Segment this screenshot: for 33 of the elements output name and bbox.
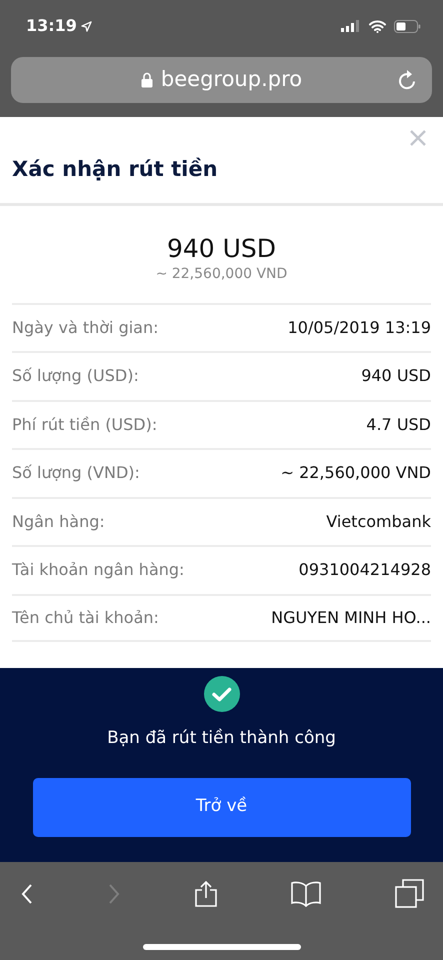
battery-icon <box>394 20 421 32</box>
tabs-icon[interactable] <box>395 879 425 909</box>
back-icon[interactable] <box>20 882 34 906</box>
detail-value: 4.7 USD <box>366 414 431 436</box>
modal-title: Xác nhận rút tiền <box>12 156 218 183</box>
detail-label: Ngày và thời gian: <box>12 316 159 339</box>
detail-label: Ngân hàng: <box>12 510 105 533</box>
success-message: Bạn đã rút tiền thành công <box>107 727 336 750</box>
success-check-icon <box>204 676 240 712</box>
location-arrow-icon <box>80 20 92 32</box>
converted-amount: ~ 22,560,000 VND <box>154 264 288 284</box>
detail-value: NGUYEN MINH HO... <box>271 606 431 629</box>
detail-value: 10/05/2019 13:19 <box>288 316 431 339</box>
clock-time: 13:19 <box>26 15 77 37</box>
detail-label: Tài khoản ngân hàng: <box>12 559 184 582</box>
wifi-icon <box>369 20 386 32</box>
detail-label: Phí rút tiền (USD): <box>12 414 158 436</box>
detail-label: Số lượng (VND): <box>12 462 140 484</box>
detail-value: 940 USD <box>361 365 431 388</box>
back-button[interactable]: Trở về <box>32 778 410 836</box>
bookmarks-icon[interactable] <box>290 880 322 908</box>
detail-label: Số lượng (USD): <box>12 365 139 388</box>
share-icon[interactable] <box>194 880 218 908</box>
detail-value: Vietcombank <box>326 510 431 533</box>
detail-value: ~ 22,560,000 VND <box>280 462 431 484</box>
amount-text: 940 USD <box>166 234 278 264</box>
reload-icon[interactable] <box>398 69 418 91</box>
signal-icon <box>341 20 361 32</box>
url-text: beegroup.pro <box>160 66 302 94</box>
detail-value: 0931004214928 <box>298 559 431 582</box>
lock-icon <box>140 72 153 88</box>
address-bar[interactable]: beegroup.pro <box>11 57 432 103</box>
detail-label: Tên chủ tài khoản: <box>12 606 159 629</box>
